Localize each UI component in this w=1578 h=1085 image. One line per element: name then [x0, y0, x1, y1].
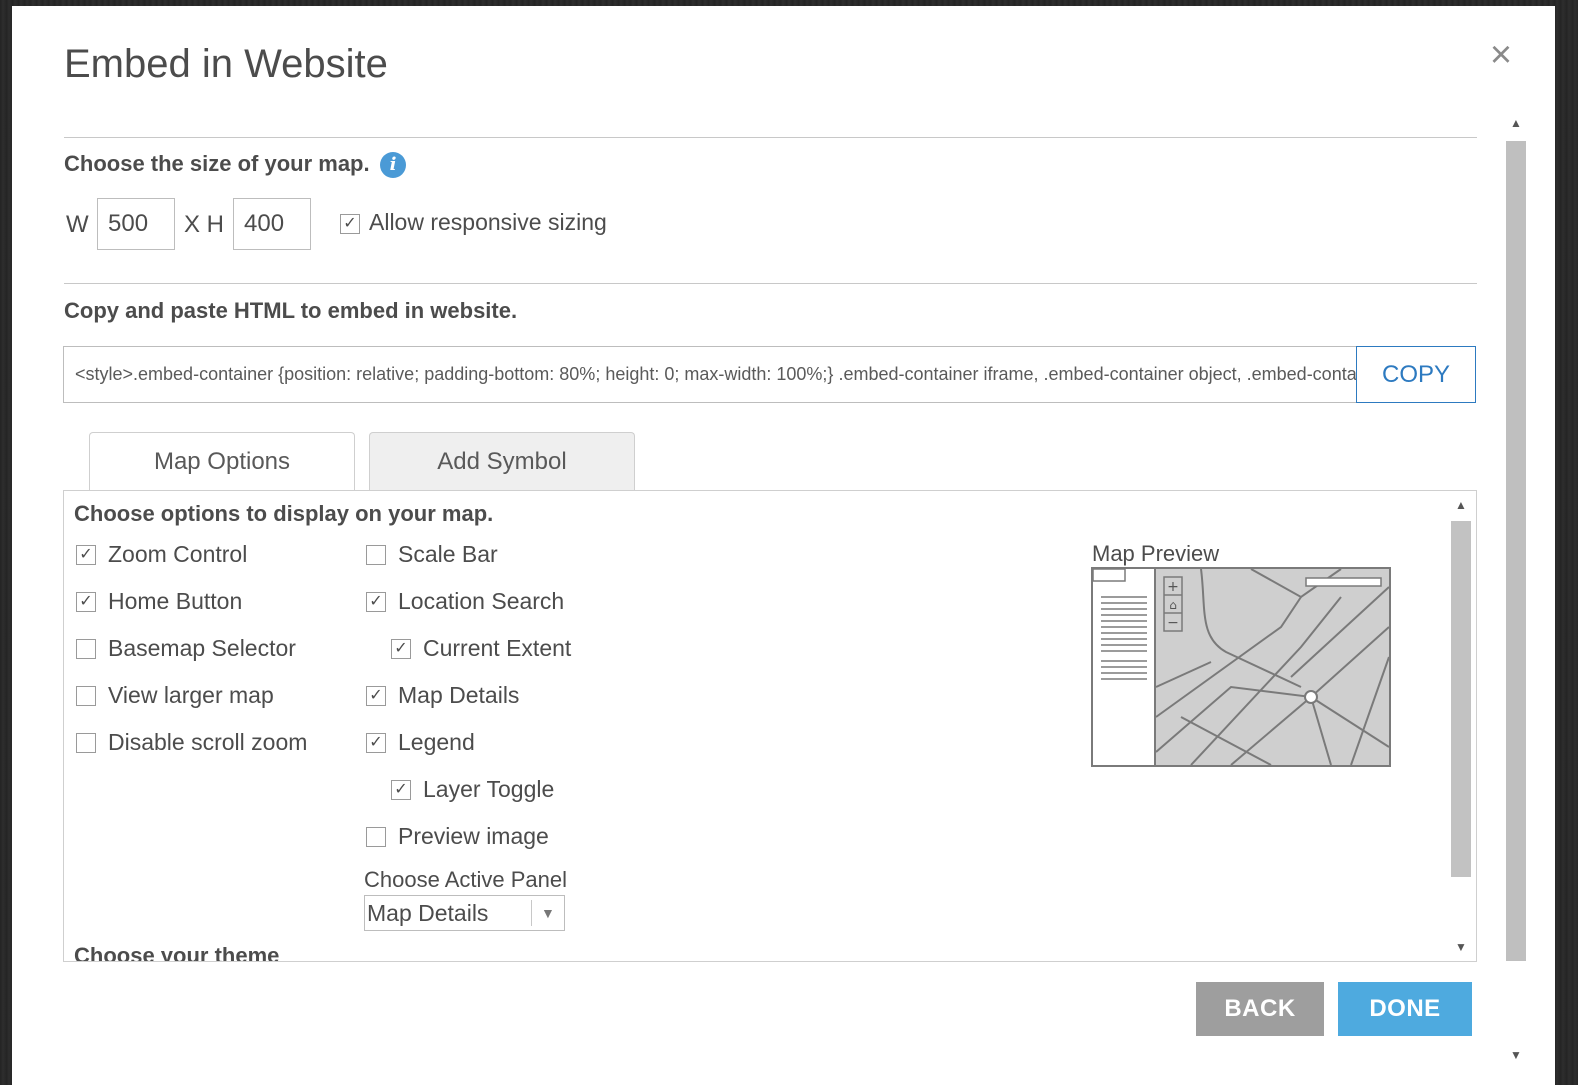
select-divider [531, 900, 532, 926]
height-input[interactable]: 400 [233, 198, 311, 250]
scroll-thumb[interactable] [1506, 141, 1526, 961]
embed-dialog: Embed in Website × ▲ ▼ Choose the size o… [12, 6, 1555, 1085]
scale-bar-checkbox[interactable] [366, 545, 386, 565]
active-panel-label: Choose Active Panel [364, 867, 568, 892]
embed-code-field[interactable]: <style>.embed-container {position: relat… [63, 346, 1357, 403]
divider [64, 283, 1477, 284]
back-button[interactable]: BACK [1196, 982, 1324, 1036]
option-label: Map Details [398, 682, 520, 708]
height-label: X H [184, 211, 225, 238]
options-heading: Choose options to display on your map. [74, 501, 494, 526]
view-larger-map-checkbox[interactable] [76, 686, 96, 706]
dialog-scrollbar[interactable]: ▲ ▼ [1504, 113, 1528, 1065]
svg-text:⌂: ⌂ [1169, 598, 1177, 612]
option-label: Location Search [398, 588, 565, 614]
theme-heading: Choose your theme [74, 943, 280, 962]
basemap-selector-checkbox[interactable] [76, 639, 96, 659]
map-options-panel: Choose options to display on your map. ✓… [63, 490, 1477, 962]
scroll-up-icon[interactable]: ▲ [1504, 113, 1528, 133]
divider [64, 137, 1477, 138]
info-icon[interactable]: i [380, 152, 406, 178]
options-scrollbar[interactable]: ▲ ▼ [1449, 495, 1473, 957]
close-icon[interactable]: × [1482, 36, 1520, 74]
tab-add-symbol[interactable]: Add Symbol [369, 432, 635, 490]
option-label: View larger map [108, 682, 274, 708]
width-label: W [66, 211, 89, 238]
done-button[interactable]: DONE [1338, 982, 1472, 1036]
active-panel-value: Map Details [367, 900, 489, 926]
option-label: Basemap Selector [108, 635, 296, 661]
responsive-label: Allow responsive sizing [369, 209, 607, 235]
tab-map-options[interactable]: Map Options [89, 432, 355, 491]
location-search-checkbox[interactable]: ✓ [366, 592, 386, 612]
width-input[interactable]: 500 [97, 198, 175, 250]
map-details-checkbox[interactable]: ✓ [366, 686, 386, 706]
scroll-up-icon[interactable]: ▲ [1449, 495, 1473, 515]
legend-checkbox[interactable]: ✓ [366, 733, 386, 753]
copy-button[interactable]: COPY [1356, 346, 1476, 403]
option-label: Layer Toggle [423, 776, 555, 802]
option-label: Legend [398, 729, 475, 755]
option-label: Preview image [398, 823, 549, 849]
layer-toggle-checkbox[interactable]: ✓ [391, 780, 411, 800]
size-heading: Choose the size of your map. [64, 151, 370, 176]
active-panel-select[interactable]: Map Details ▼ [364, 895, 565, 931]
home-button-checkbox[interactable]: ✓ [76, 592, 96, 612]
disable-scroll-zoom-checkbox[interactable] [76, 733, 96, 753]
option-label: Current Extent [423, 635, 572, 661]
preview-image-checkbox[interactable] [366, 827, 386, 847]
embed-heading: Copy and paste HTML to embed in website. [64, 298, 518, 323]
option-label: Disable scroll zoom [108, 729, 308, 755]
map-preview-label: Map Preview [1092, 541, 1220, 566]
responsive-checkbox[interactable]: ✓ [340, 214, 360, 234]
map-preview-illustration: + ⌂ − [1091, 567, 1391, 767]
option-label: Scale Bar [398, 541, 498, 567]
current-extent-checkbox[interactable]: ✓ [391, 639, 411, 659]
scroll-down-icon[interactable]: ▼ [1449, 937, 1473, 957]
option-label: Zoom Control [108, 541, 248, 567]
zoom-control-checkbox[interactable]: ✓ [76, 545, 96, 565]
option-label: Home Button [108, 588, 243, 614]
chevron-down-icon[interactable]: ▼ [541, 896, 555, 930]
scroll-down-icon[interactable]: ▼ [1504, 1045, 1528, 1065]
scroll-thumb[interactable] [1451, 521, 1471, 877]
svg-text:−: − [1167, 615, 1179, 631]
dialog-title: Embed in Website [64, 42, 388, 86]
svg-text:+: + [1167, 579, 1179, 595]
